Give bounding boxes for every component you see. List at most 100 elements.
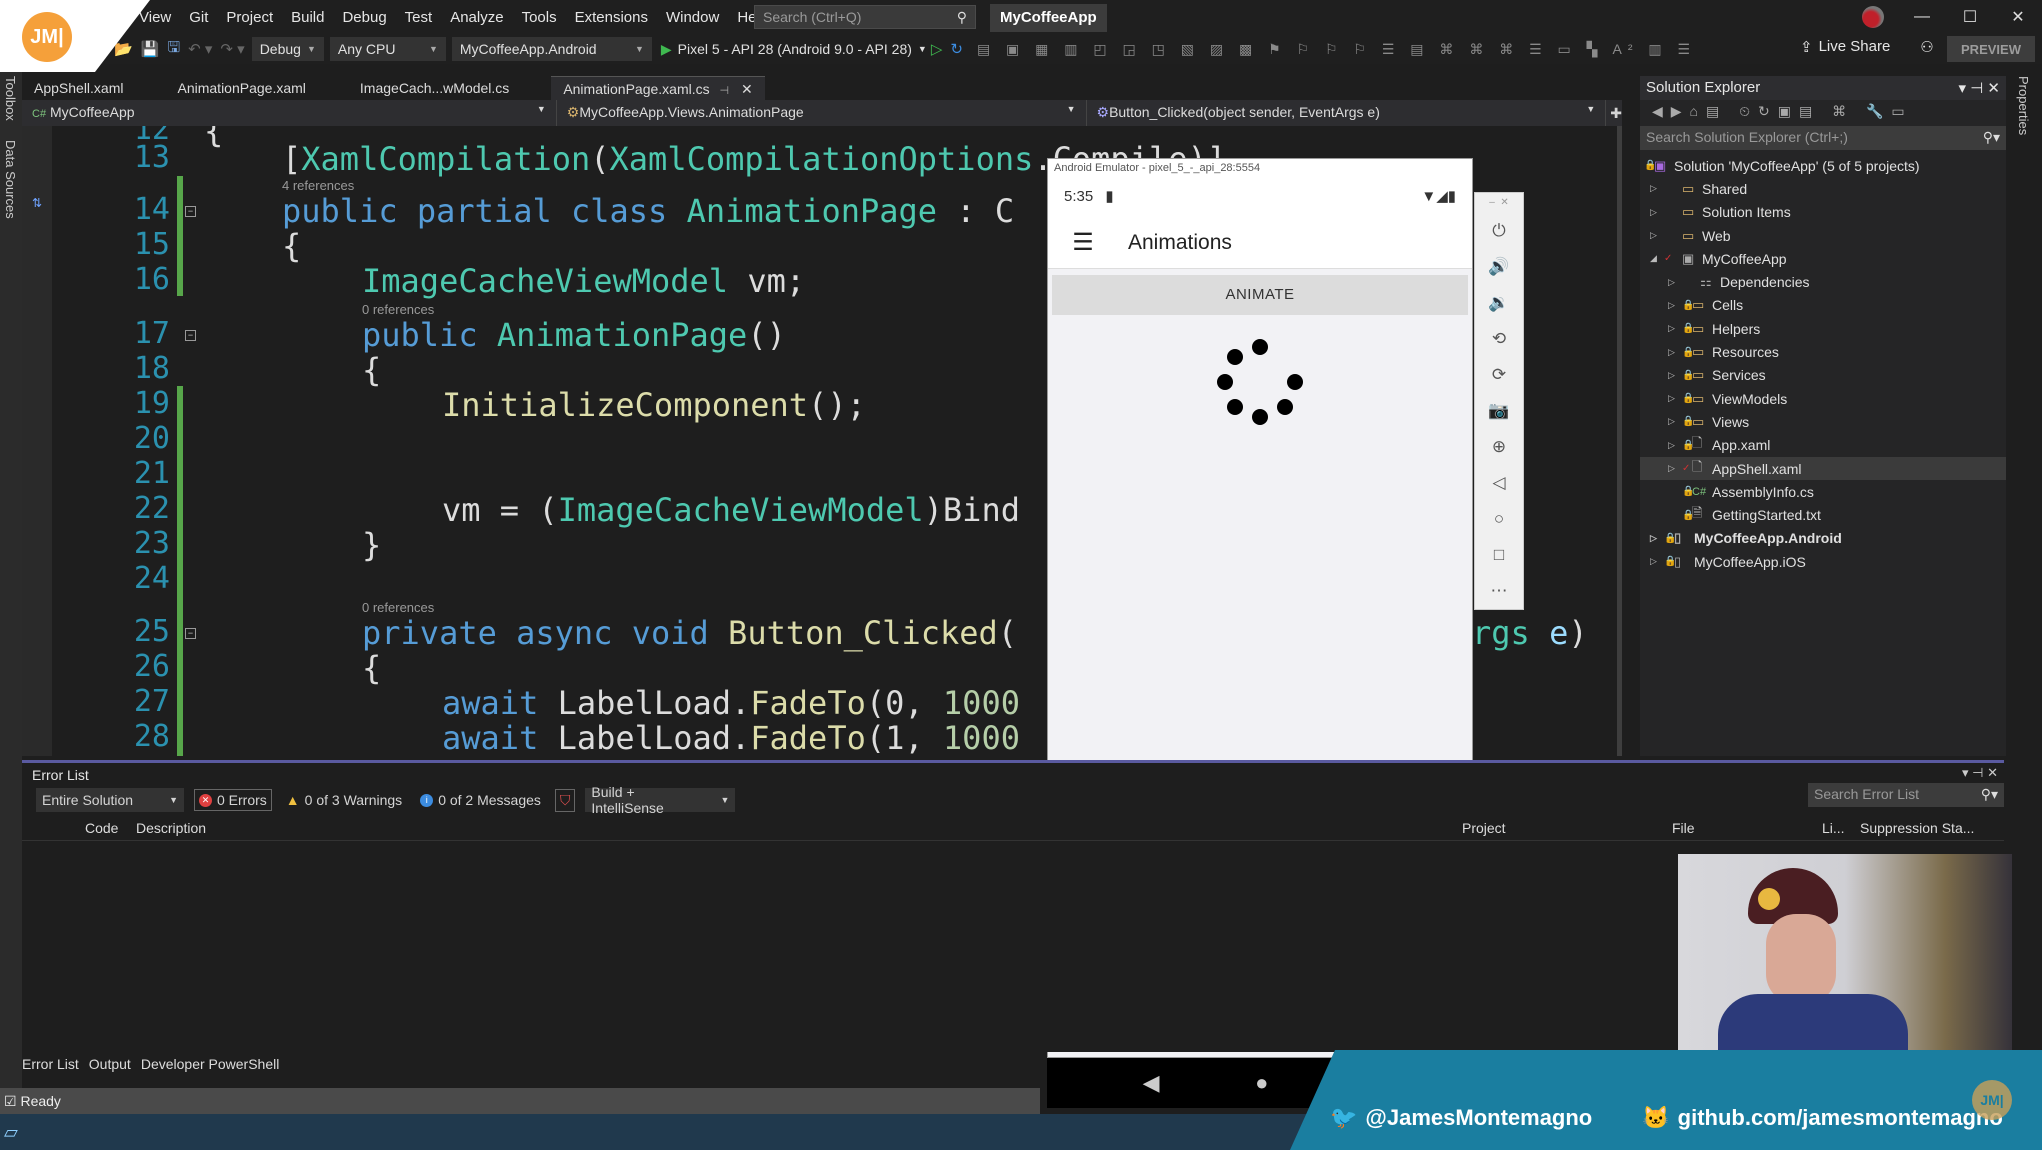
user-avatar[interactable]: [1862, 6, 1884, 28]
tree-item[interactable]: 🔒 C# AssemblyInfo.cs: [1640, 480, 2006, 503]
rotate-left-icon[interactable]: ⟲: [1492, 321, 1506, 357]
redo-icon[interactable]: ↷ ▾: [220, 40, 244, 58]
scope-dropdown[interactable]: Entire Solution ▼: [36, 788, 184, 812]
more-icon[interactable]: ⋯: [1491, 573, 1508, 609]
column-code[interactable]: Code: [85, 820, 118, 836]
back-icon[interactable]: ◀: [1143, 1070, 1160, 1096]
overview-icon[interactable]: □: [1494, 537, 1504, 573]
taskbar-app-icon[interactable]: ▱: [4, 1122, 18, 1143]
collapse-icon[interactable]: −: [185, 206, 196, 217]
tab-error-list[interactable]: Error List: [22, 1056, 79, 1072]
warnings-filter-button[interactable]: ▲ 0 of 3 Warnings: [282, 790, 406, 810]
rotate-right-icon[interactable]: ⟳: [1492, 357, 1506, 393]
tab-output[interactable]: Output: [89, 1056, 131, 1072]
tree-item[interactable]: ▷ ▭ Shared: [1640, 177, 2006, 200]
expand-icon[interactable]: ▷: [1668, 463, 1682, 474]
collapse-icon[interactable]: −: [185, 330, 196, 341]
expand-icon[interactable]: ▷: [1668, 277, 1682, 288]
tree-item[interactable]: ▷ 🔒 ▭ ViewModels: [1640, 387, 2006, 410]
messages-filter-button[interactable]: i 0 of 2 Messages: [416, 790, 545, 810]
home-icon[interactable]: ●: [1255, 1070, 1268, 1096]
filter-button[interactable]: ⛉: [554, 788, 576, 812]
properties-tab[interactable]: Properties: [2016, 76, 2031, 135]
tab-appshell-xaml[interactable]: AppShell.xaml: [22, 76, 136, 100]
live-share-button[interactable]: ⇪ Live Share ⚇: [1800, 38, 1934, 56]
menu-git[interactable]: Git: [180, 9, 217, 26]
column-project[interactable]: Project: [1462, 820, 1506, 836]
expand-icon[interactable]: ▷: [1668, 440, 1682, 451]
tree-item[interactable]: ◢ ✓ ▣ MyCoffeeApp: [1640, 247, 2006, 270]
tree-item[interactable]: ▷ 🔒 ▭ Services: [1640, 364, 2006, 387]
type-dropdown[interactable]: ⚙MyCoffeeApp.Views.AnimationPage ▼: [557, 100, 1087, 126]
source-dropdown[interactable]: Build + IntelliSense ▼: [585, 784, 736, 816]
tab-animationpage-xaml-cs[interactable]: AnimationPage.xaml.cs ⊣ ✕: [551, 76, 765, 100]
search-input[interactable]: Search (Ctrl+Q) ⚲: [754, 5, 976, 29]
expand-icon[interactable]: ▷: [1650, 207, 1664, 218]
toolbox-tab[interactable]: Toolbox: [3, 76, 18, 121]
data-sources-tab[interactable]: Data Sources: [3, 140, 18, 219]
panel-controls[interactable]: ▾ ⊣ ✕: [1962, 765, 1998, 781]
column-file[interactable]: File: [1672, 820, 1695, 836]
errors-filter-button[interactable]: ✕ 0 Errors: [194, 789, 272, 811]
collapse-icon[interactable]: −: [185, 628, 196, 639]
expand-icon[interactable]: ▷: [1668, 300, 1682, 311]
config-dropdown[interactable]: Debug ▼: [251, 37, 324, 61]
tree-item[interactable]: 🔒 🗎 GettingStarted.txt: [1640, 503, 2006, 526]
expand-icon[interactable]: ▷: [1668, 347, 1682, 358]
expand-icon[interactable]: ▷: [1650, 183, 1664, 194]
menu-build[interactable]: Build: [282, 9, 333, 26]
codelens-references[interactable]: 0 references: [362, 302, 434, 317]
volume-down-icon[interactable]: 🔉: [1488, 285, 1509, 321]
column-description[interactable]: Description: [136, 820, 206, 836]
toolbar-icons[interactable]: ▤ ▣ ▦ ▥ ◰ ◲ ◳ ▧ ▨ ▩ ⚑ ⚐ ⚐ ⚐ ☰ ▤ ⌘ ⌘ ⌘ ☰ …: [977, 41, 1696, 58]
solution-search-input[interactable]: Search Solution Explorer (Ctrl+;) ⚲▾: [1640, 126, 2006, 150]
tree-item[interactable]: ▷ 🔒 🗋 App.xaml: [1640, 434, 2006, 457]
start-without-debug-icon[interactable]: ▷: [931, 40, 943, 58]
collapse-icon[interactable]: ◢: [1650, 253, 1664, 264]
tree-item[interactable]: ▷ 🔒 ▯ MyCoffeeApp.iOS: [1640, 550, 2006, 573]
home-icon[interactable]: ○: [1494, 501, 1504, 537]
error-list-search[interactable]: Search Error List ⚲▾: [1808, 783, 2004, 807]
feedback-icon[interactable]: ⚇: [1920, 38, 1933, 56]
tree-item-selected[interactable]: ▷ ✓ 🗋 AppShell.xaml: [1640, 456, 2006, 481]
expand-icon[interactable]: ▷: [1668, 393, 1682, 404]
hamburger-menu-icon[interactable]: ☰: [1048, 228, 1118, 257]
tree-item[interactable]: ▷ 🔒 ▭ Helpers: [1640, 317, 2006, 340]
close-window-button[interactable]: ✕: [1994, 7, 2042, 27]
menu-test[interactable]: Test: [396, 9, 442, 26]
tab-imagecache-viewmodel[interactable]: ImageCach...wModel.cs: [348, 76, 521, 100]
panel-controls[interactable]: ▾ ⊣ ✕: [1959, 79, 2001, 97]
animate-button[interactable]: ANIMATE: [1052, 275, 1468, 315]
save-icon[interactable]: 💾: [141, 40, 160, 58]
tree-item[interactable]: ▷ 🔒 ▯ MyCoffeeApp.Android: [1640, 527, 2006, 550]
member-dropdown[interactable]: ⚙Button_Clicked(object sender, EventArgs…: [1087, 100, 1607, 126]
vertical-scrollbar[interactable]: [1617, 126, 1622, 756]
project-dropdown[interactable]: C# MyCoffeeApp ▼: [22, 100, 557, 126]
tree-item[interactable]: 🔒 ▣ Solution 'MyCoffeeApp' (5 of 5 project…: [1640, 154, 2006, 177]
codelens-references[interactable]: 0 references: [362, 600, 434, 615]
hot-reload-icon[interactable]: ↻: [950, 40, 963, 58]
expand-icon[interactable]: ▷: [1668, 416, 1682, 427]
expand-icon[interactable]: ▷: [1668, 370, 1682, 381]
power-icon[interactable]: ⏻: [1492, 213, 1505, 249]
codelens-references[interactable]: 4 references: [282, 178, 354, 193]
tree-item[interactable]: ▷ 🔒 ▭ Cells: [1640, 294, 2006, 317]
tab-animationpage-xaml[interactable]: AnimationPage.xaml: [166, 76, 318, 100]
expand-icon[interactable]: ▷: [1650, 533, 1664, 544]
menu-window[interactable]: Window: [657, 9, 728, 26]
save-all-icon[interactable]: 🖫: [167, 37, 180, 62]
menu-project[interactable]: Project: [217, 9, 282, 26]
expand-icon[interactable]: ▷: [1650, 556, 1664, 567]
close-tab-icon[interactable]: ✕: [741, 81, 753, 97]
run-button[interactable]: ▶ Pixel 5 - API 28 (Android 9.0 - API 28)…: [661, 41, 927, 58]
tree-item[interactable]: ▷ 🔒 ▭ Views: [1640, 410, 2006, 433]
tree-item[interactable]: ▷ ▭ Solution Items: [1640, 201, 2006, 224]
menu-tools[interactable]: Tools: [513, 9, 566, 26]
pin-icon[interactable]: ⊣: [720, 85, 730, 97]
platform-dropdown[interactable]: Any CPU ▼: [329, 37, 446, 61]
column-line[interactable]: Li...: [1822, 820, 1845, 836]
menu-extensions[interactable]: Extensions: [566, 9, 657, 26]
startup-project-dropdown[interactable]: MyCoffeeApp.Android ▼: [451, 37, 652, 61]
expand-icon[interactable]: ▷: [1668, 323, 1682, 334]
menu-debug[interactable]: Debug: [333, 9, 395, 26]
